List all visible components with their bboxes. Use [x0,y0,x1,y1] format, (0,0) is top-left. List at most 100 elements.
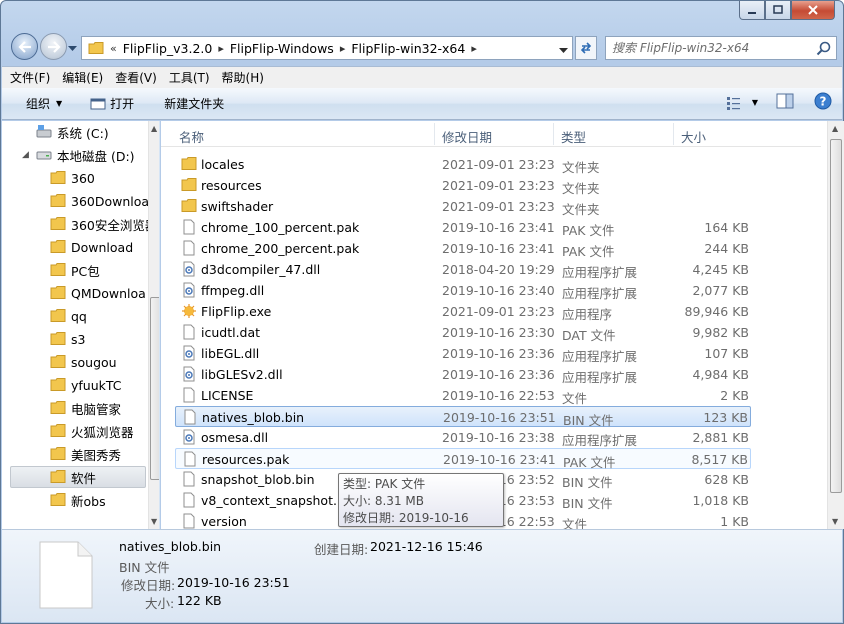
nav-folder[interactable]: 360安全浏览器 [50,213,157,235]
nav-folder[interactable]: Download [50,236,133,258]
nav-item-label: qq [71,308,87,324]
nav-folder[interactable]: qq [50,305,87,327]
open-button[interactable]: 打开 [82,92,142,116]
dll-gear-icon [183,429,195,445]
nav-folder[interactable]: 美图秀秀 [50,443,121,465]
file-size: 164 KB [704,220,749,235]
nav-folder-selected[interactable]: 软件 [10,466,146,488]
help-button[interactable]: ? [814,92,832,113]
folder-row[interactable]: locales 2021-09-01 23:23 文件夹 [175,154,751,175]
nav-folder[interactable]: yfuukTC [50,374,122,396]
search-box[interactable] [605,36,837,60]
chevron-down-icon[interactable]: ▼ [752,98,758,107]
nav-folder[interactable]: PC包 [50,259,100,281]
menu-edit[interactable]: 编辑(E) [62,69,103,86]
breadcrumb-separator[interactable]: ▸ [340,42,346,55]
file-row[interactable]: LICENSE 2019-10-16 22:53 文件 2 KB [175,385,751,406]
column-divider[interactable] [673,123,674,145]
file-row[interactable]: icudtl.dat 2019-10-16 23:30 DAT 文件 9,982 KB [175,322,751,343]
folder-row[interactable]: swiftshader 2021-09-01 23:23 文件夹 [175,196,751,217]
menu-file[interactable]: 文件(F) [10,69,50,86]
file-row[interactable]: chrome_100_percent.pak 2019-10-16 23:41 PA… [175,217,751,238]
folder-row[interactable]: resources 2021-09-01 23:23 文件夹 [175,175,751,196]
app-icon [182,304,196,318]
folder-icon [50,194,66,207]
details-modified-value: 2019-10-16 23:51 [177,575,290,590]
nav-folder[interactable]: s3 [50,328,85,350]
menu-help[interactable]: 帮助(H) [222,69,264,86]
address-bar[interactable]: « FlipFlip_v3.2.0 ▸ FlipFlip-Windows ▸ F… [81,36,573,60]
breadcrumb-separator[interactable]: ▸ [218,42,224,55]
folder-icon [50,355,66,368]
column-divider[interactable] [434,123,435,145]
nav-drive-d[interactable]: ◢ 本地磁盘 (D:) [22,144,135,166]
maximize-button[interactable] [765,1,791,20]
file-name: ffmpeg.dll [201,283,265,298]
nav-folder[interactable]: QMDownloa [50,282,146,304]
nav-folder[interactable]: 360 [50,167,95,189]
back-button[interactable] [11,33,38,60]
file-row[interactable]: ffmpeg.dll 2019-10-16 23:40 应用程序扩展 2,077 KB [175,280,751,301]
nav-folder[interactable]: 电脑管家 [50,397,121,419]
scrollbar-thumb[interactable] [830,139,842,493]
nav-folder[interactable]: 新obs [50,489,106,511]
breadcrumb-overflow[interactable]: « [110,42,117,55]
file-row[interactable]: libGLESv2.dll 2019-10-16 23:36 应用程序扩展 4,984… [175,364,751,385]
preview-pane-button[interactable] [776,93,794,112]
nav-folder[interactable]: sougou [50,351,117,373]
open-label: 打开 [110,97,135,111]
breadcrumb-separator[interactable]: ▸ [471,42,477,55]
file-row[interactable]: resources.pak 2019-10-16 23:41 PAK 文件 8,517… [175,448,751,470]
organize-button[interactable]: 组织 ▼ [18,92,70,116]
menu-view[interactable]: 查看(V) [115,69,157,86]
menu-tools[interactable]: 工具(T) [169,69,210,86]
scroll-up-icon[interactable]: ▲ [151,124,157,133]
nav-item-label: Download [71,239,134,255]
file-row[interactable]: d3dcompiler_47.dll 2018-04-20 19:29 应用程序扩展… [175,259,751,280]
search-input[interactable] [612,38,812,58]
file-row[interactable]: FlipFlip.exe 2021-09-01 23:23 应用程序 89,946 K… [175,301,751,322]
search-icon[interactable] [816,41,832,57]
scroll-down-icon[interactable]: ▼ [151,517,157,526]
scroll-up-icon[interactable]: ▲ [832,124,838,133]
folder-icon [50,493,66,506]
file-date: 2018-04-20 19:29 [442,262,555,277]
preview-pane-icon [776,93,794,109]
details-type: BIN 文件 [119,560,170,575]
file-type: 应用程序扩展 [562,433,638,448]
scrollbar-thumb[interactable] [150,297,159,480]
breadcrumb-item[interactable]: FlipFlip-win32-x64 [351,41,465,56]
nav-item-label: 新obs [71,493,106,509]
minimize-button[interactable] [739,1,765,20]
breadcrumb-item[interactable]: FlipFlip_v3.2.0 [123,41,213,56]
column-size[interactable]: 大小 [681,127,706,146]
file-row[interactable]: osmesa.dll 2019-10-16 23:38 应用程序扩展 2,881 KB [175,427,751,448]
column-name[interactable]: 名称 [179,127,204,146]
file-row[interactable]: natives_blob.bin 2019-10-16 23:51 BIN 文件 12… [175,406,751,428]
file-name: d3dcompiler_47.dll [201,262,321,277]
close-button[interactable] [791,1,835,20]
expanded-arrow-icon[interactable]: ◢ [22,150,36,160]
nav-scrollbar[interactable]: ▲ ▼ [148,121,159,529]
file-name: v8_context_snapshot.bin [201,493,357,508]
nav-item-label: 火狐浏览器 [71,424,134,440]
tooltip-type: 类型: PAK 文件 [343,477,426,491]
nav-drive-c[interactable]: 系统 (C:) [36,121,109,143]
address-dropdown[interactable] [559,43,568,57]
column-divider[interactable] [553,123,554,145]
file-scrollbar[interactable]: ▲ ▼ [827,121,844,529]
tooltip-size: 大小: 8.31 MB [343,494,424,508]
recent-pages-button[interactable] [68,41,77,55]
file-row[interactable]: libEGL.dll 2019-10-16 23:36 应用程序扩展 107 KB [175,343,751,364]
forward-button[interactable] [40,33,67,60]
nav-folder[interactable]: 360Downloa [50,190,149,212]
breadcrumb-item[interactable]: FlipFlip-Windows [230,41,334,56]
new-folder-button[interactable]: 新建文件夹 [156,92,232,116]
column-type[interactable]: 类型 [561,127,586,146]
refresh-button[interactable] [575,36,597,60]
change-view-button[interactable]: ▼ [726,96,758,110]
column-date[interactable]: 修改日期 [442,127,492,146]
scroll-down-icon[interactable]: ▼ [832,517,838,526]
nav-folder[interactable]: 火狐浏览器 [50,420,134,442]
file-row[interactable]: chrome_200_percent.pak 2019-10-16 23:41 PA… [175,238,751,259]
